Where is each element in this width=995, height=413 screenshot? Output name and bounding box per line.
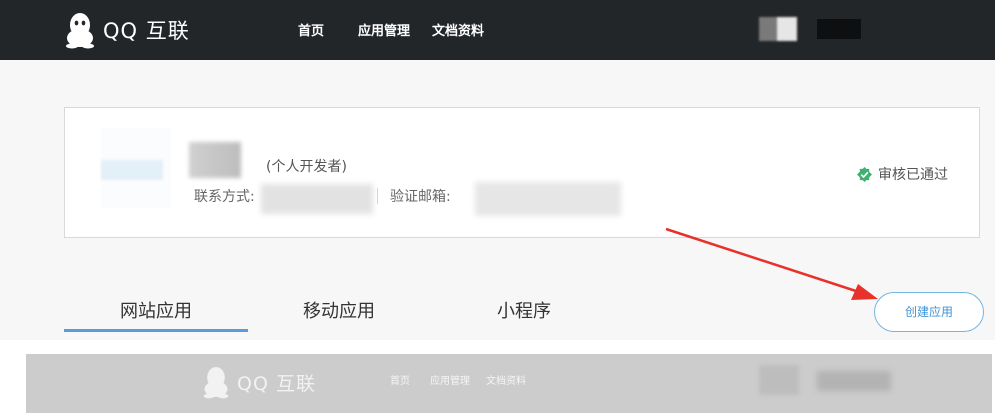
developer-name-redacted <box>189 142 241 178</box>
faded-logo-text: QQ 互联 <box>237 372 316 395</box>
contact-label: 联系方式: <box>194 189 255 205</box>
tab-mobile-apps[interactable]: 移动应用 <box>303 297 375 323</box>
review-status: 审核已通过 <box>857 164 948 184</box>
user-menu[interactable] <box>759 17 861 41</box>
nav-app-management[interactable]: 应用管理 <box>358 20 410 39</box>
faded-avatar <box>759 365 799 395</box>
faded-nav: 首页 应用管理 文档资料 <box>390 372 526 387</box>
faded-nav-app-management: 应用管理 <box>430 376 470 387</box>
status-text: 审核已通过 <box>878 167 948 183</box>
tab-website-apps[interactable]: 网站应用 <box>120 297 192 323</box>
developer-avatar <box>101 128 171 208</box>
active-tab-indicator <box>64 329 248 332</box>
nav-home[interactable]: 首页 <box>298 20 324 39</box>
faded-username <box>817 371 891 391</box>
divider <box>377 188 378 204</box>
developer-type: (个人开发者) <box>266 159 347 175</box>
lower-screenshot-region: QQ 互联 首页 应用管理 文档资料 <box>0 340 995 413</box>
faded-navbar: QQ 互联 首页 应用管理 文档资料 <box>26 354 992 413</box>
email-value-redacted <box>475 182 621 216</box>
contact-value-redacted <box>261 184 373 214</box>
faded-penguin-logo-icon <box>203 367 229 399</box>
main-nav: 首页 应用管理 文档资料 <box>298 20 484 39</box>
avatar[interactable] <box>759 17 797 41</box>
qq-connect-logo[interactable]: QQ 互联 <box>63 11 190 49</box>
create-app-button[interactable]: 创建应用 <box>874 292 984 332</box>
verified-check-icon <box>857 166 872 182</box>
penguin-logo-icon <box>66 13 94 49</box>
email-label: 验证邮箱: <box>390 189 451 205</box>
nav-documentation[interactable]: 文档资料 <box>432 20 484 39</box>
tab-mini-programs[interactable]: 小程序 <box>497 297 551 323</box>
developer-info-card: (个人开发者) 联系方式: 验证邮箱: 审核已通过 <box>64 107 980 238</box>
username-redacted[interactable] <box>817 19 861 39</box>
faded-logo: QQ 互联 <box>201 365 316 399</box>
logo-text: QQ 互联 <box>103 19 190 43</box>
top-navbar: QQ 互联 首页 应用管理 文档资料 <box>0 0 995 60</box>
faded-nav-home: 首页 <box>390 376 410 387</box>
developer-avatar-redacted <box>101 160 163 180</box>
faded-user-redacted <box>759 365 891 395</box>
faded-nav-documentation: 文档资料 <box>486 376 526 387</box>
